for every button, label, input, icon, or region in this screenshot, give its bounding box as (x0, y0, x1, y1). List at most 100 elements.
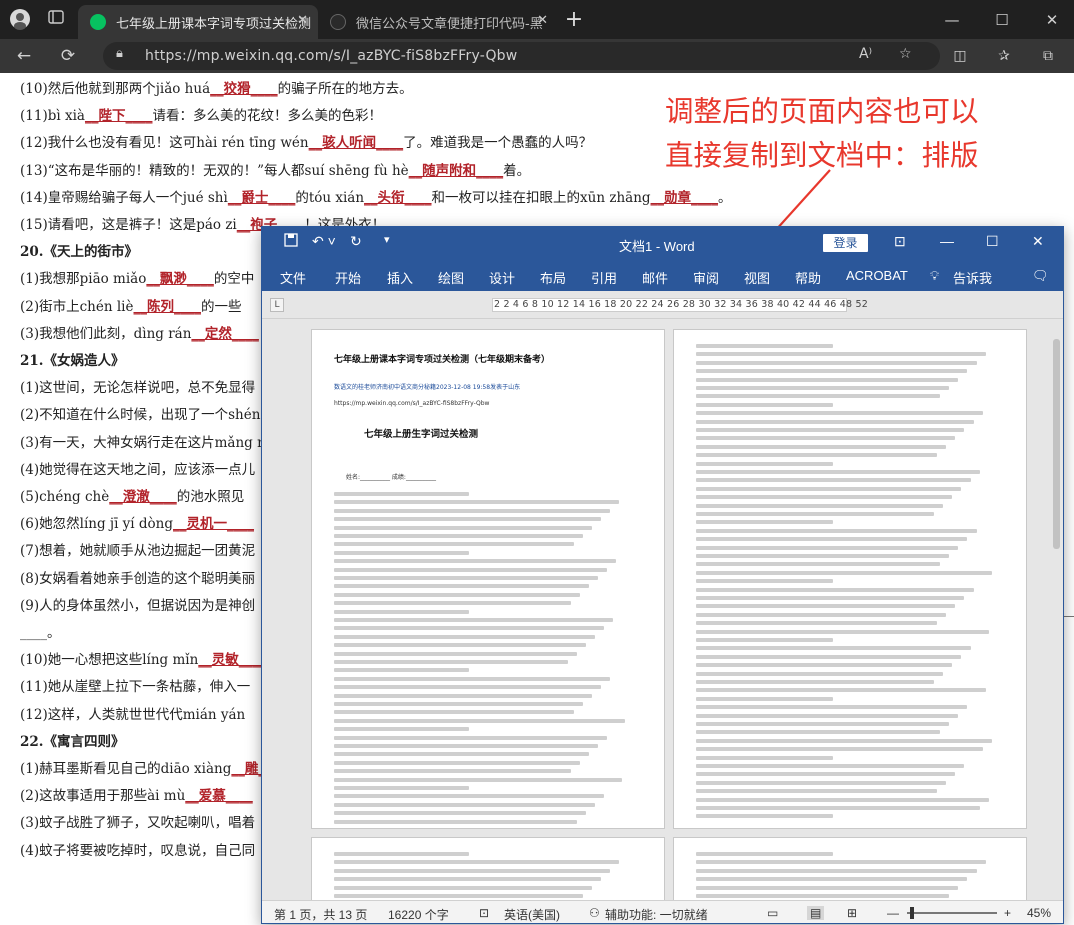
login-button[interactable]: 登录 (823, 234, 868, 252)
ribbon-display-icon[interactable]: ⊡ (894, 233, 906, 250)
greeked-text-line (334, 601, 571, 606)
question-text: (14)皇帝赐给骗子每人一个jué shì (20, 189, 228, 206)
profile-icon[interactable] (8, 8, 32, 32)
comments-icon[interactable]: 🗨︎ (1032, 268, 1049, 284)
accessibility-status[interactable]: 辅助功能: 一切就绪 (605, 906, 708, 923)
ribbon-tab-home[interactable]: 开始 (335, 268, 361, 287)
ribbon-tab-review[interactable]: 审阅 (693, 268, 719, 287)
new-tab-button[interactable]: + (562, 8, 586, 32)
vertical-scrollbar[interactable] (1050, 319, 1063, 899)
greeked-text-line (696, 814, 834, 819)
greeked-text-line (696, 528, 977, 533)
close-icon[interactable]: ✕ (1032, 233, 1044, 250)
tab-inactive[interactable]: 微信公众号文章便捷打印代码-黑 ✕ (318, 5, 558, 39)
restore-icon[interactable]: ☐ (986, 233, 999, 250)
close-icon[interactable]: ✕ (297, 13, 308, 28)
ribbon-tab-file[interactable]: 文件 (280, 268, 306, 287)
ribbon-tab-references[interactable]: 引用 (591, 268, 617, 287)
question-line: (2)街市上chén liè__陈列____的一些 (20, 295, 241, 315)
scroll-thumb[interactable] (1053, 339, 1060, 549)
ribbon-tab-design[interactable]: 设计 (489, 268, 515, 287)
greeked-text-line (334, 668, 469, 673)
collections-icon[interactable]: ⧉ (1036, 44, 1060, 68)
address-bar[interactable]: 🔒︎ https://mp.weixin.qq.com/s/I_azBYC-fi… (103, 42, 940, 70)
question-text: 和一枚可以挂在扣眼上的xūn zhāng (431, 189, 651, 206)
proofing-icon[interactable]: ⊡ (479, 906, 489, 920)
save-icon[interactable] (284, 233, 298, 250)
word-count[interactable]: 16220 个字 (388, 906, 449, 923)
refresh-icon[interactable]: ⟳ (56, 44, 80, 68)
document-page[interactable] (673, 837, 1027, 900)
favorite-star-icon[interactable]: ☆ (899, 46, 912, 62)
redo-icon[interactable]: ↻ (350, 233, 362, 250)
greeked-text-line (696, 612, 947, 617)
question-line: (3)有一天，大神女娲行走在这片mǎng n (20, 431, 266, 451)
ribbon-tab-draw[interactable]: 绘图 (438, 268, 464, 287)
tab-active[interactable]: 七年级上册课本字词专项过关检测 ✕ (78, 5, 318, 39)
question-line: (14)皇帝赐给骗子每人一个jué shì__爵士____的tóu xián__… (20, 186, 732, 206)
answer-word: __灵机一____ (173, 516, 255, 533)
greeked-text-line (696, 638, 834, 642)
document-page[interactable]: 七年级上册课本字词专项过关检测（七年级期末备考） 数语文的桂老师济南初中语文商分… (311, 329, 665, 829)
split-screen-icon[interactable]: ◫ (948, 44, 972, 68)
customize-icon[interactable]: ▾ (384, 233, 390, 246)
wechat-icon (90, 14, 106, 30)
greeked-text-line (334, 860, 619, 865)
language[interactable]: 英语(美国) (504, 906, 560, 923)
back-icon[interactable]: ← (12, 44, 36, 68)
greeked-text-line (334, 609, 469, 614)
print-layout-icon[interactable]: ▤ (807, 906, 825, 920)
question-line: (2)这故事适用于那些ài mù__爱慕____ (20, 784, 253, 804)
zoom-slider[interactable] (907, 912, 997, 914)
greeked-text-line (696, 428, 965, 432)
zoom-out-button[interactable]: — (887, 906, 899, 920)
ribbon-tab-mailings[interactable]: 邮件 (642, 268, 668, 287)
tab-actions-icon[interactable] (44, 8, 68, 32)
greeked-text-line (696, 344, 834, 348)
ribbon-tab-insert[interactable]: 插入 (387, 268, 413, 287)
section-heading: 22.《寓言四则》 (20, 733, 125, 750)
greeked-text-line (696, 411, 983, 416)
answer-word: __骇人听闻____ (308, 135, 404, 152)
tab-selector[interactable]: L (270, 298, 284, 312)
page-url: https://mp.weixin.qq.com/s/I_azBYC-fiS8b… (334, 400, 490, 407)
undo-icon[interactable]: ↶ ˅ (312, 233, 336, 250)
close-window-icon[interactable]: ✕ (1040, 8, 1064, 32)
greeked-text-line (696, 436, 956, 441)
ribbon-tab-view[interactable]: 视图 (744, 268, 770, 287)
document-page[interactable] (673, 329, 1027, 829)
document-page[interactable] (311, 837, 665, 900)
answer-word: __勋章____ (650, 189, 719, 206)
tab-title: 微信公众号文章便捷打印代码-黑 (356, 16, 543, 32)
answer-word: __定然____ (191, 325, 259, 342)
annotation-text: 调整后的页面内容也可以 直接复制到文档中：排版 (665, 90, 979, 178)
greeked-text-line (334, 735, 607, 740)
favorites-icon[interactable]: ✰ (992, 44, 1016, 68)
question-line: (1)赫耳墨斯看见自己的diāo xiàng__雕____ (20, 757, 285, 777)
ribbon-tab-layout[interactable]: 布局 (540, 268, 566, 287)
answer-word: __爱慕____ (185, 788, 253, 805)
address-toolbar: ← ⟳ 🔒︎ https://mp.weixin.qq.com/s/I_azBY… (0, 39, 1074, 73)
read-aloud-icon[interactable]: A⁾ (859, 46, 872, 62)
minimize-icon[interactable]: — (940, 8, 964, 32)
zoom-level[interactable]: 45% (1027, 906, 1051, 920)
greeked-text-line (334, 651, 577, 656)
question-line: (11)bì xià__陛下____请看：多么美的花纹！多么美的色彩！ (20, 104, 382, 124)
zoom-slider-thumb[interactable] (910, 907, 914, 919)
zoom-in-button[interactable]: + (1004, 906, 1011, 920)
web-layout-icon[interactable]: ⊞ (847, 906, 857, 920)
answer-word: __随声附和____ (408, 162, 504, 179)
ribbon-tab-help[interactable]: 帮助 (795, 268, 821, 287)
question-text: (10)然后他就到那两个jiǎo huá (20, 81, 211, 97)
page-count[interactable]: 第 1 页，共 13 页 (274, 906, 367, 923)
restore-icon[interactable]: ☐ (990, 8, 1014, 32)
close-icon[interactable]: ✕ (537, 13, 548, 28)
ribbon-tab-acrobat[interactable]: ACROBAT (846, 268, 908, 283)
read-mode-icon[interactable]: ▭ (767, 906, 778, 920)
minimize-icon[interactable]: — (940, 233, 954, 249)
tell-me-search[interactable]: 告诉我 (953, 268, 992, 287)
page-heading: 七年级上册生字词过关检测 (364, 429, 479, 440)
greeked-text-line (696, 554, 950, 558)
greeked-text-line (334, 702, 583, 706)
greeked-text-line (334, 786, 469, 790)
